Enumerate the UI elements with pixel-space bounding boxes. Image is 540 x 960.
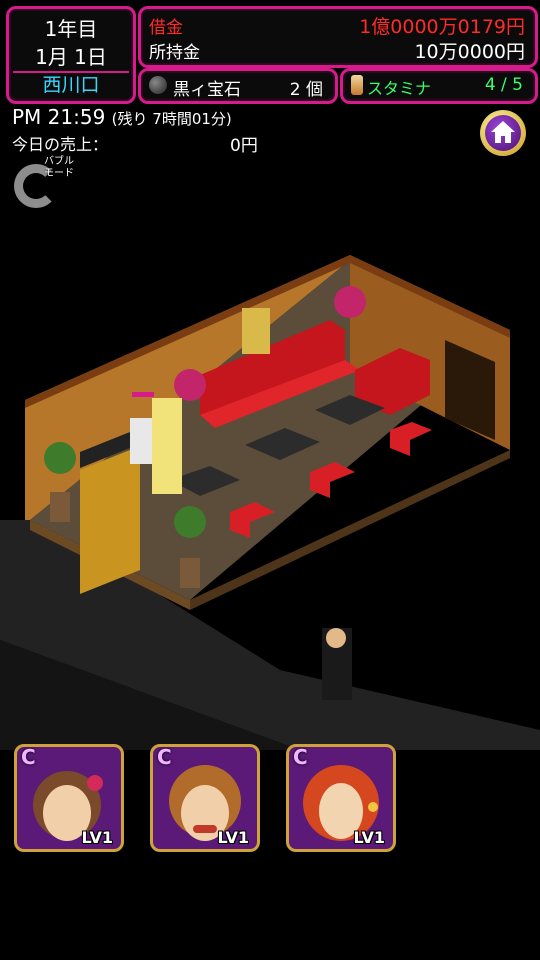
home-icon	[491, 121, 515, 143]
debt-label: 借金	[149, 18, 183, 38]
date-label: 1月 1日	[35, 45, 107, 69]
hostess-card-3[interactable]: C LV1	[286, 744, 396, 852]
hostess-level-1: LV1	[81, 828, 113, 847]
clock-time: PM 21:59	[12, 105, 106, 129]
hostess-rank-3: C	[293, 745, 308, 769]
debt-value: 1億0000万0179円	[359, 16, 525, 38]
bubble-mode-button[interactable]: バブル モード	[14, 156, 74, 216]
sales-label: 今日の売上：	[12, 135, 109, 154]
year-label: 1年目	[44, 17, 98, 41]
clock: PM 21:59 (残り 7時間01分)	[12, 105, 232, 129]
gem-count: 2 個	[289, 80, 323, 100]
manager-head	[326, 628, 346, 648]
customer-character[interactable]	[130, 418, 154, 464]
stamina-panel: スタミナ 4 / 5	[340, 68, 538, 104]
cash-value: 10万0000円	[414, 41, 525, 63]
stamina-label: スタミナ	[367, 79, 432, 98]
plant-left	[44, 442, 76, 474]
plant-left-pot	[50, 492, 70, 522]
sales-value: 0円	[230, 136, 258, 156]
customer-mood-bar	[132, 392, 154, 397]
time-remaining: (残り 7時間01分)	[111, 110, 232, 128]
club-scene	[0, 255, 540, 750]
gem-panel: 黒ィ宝石 2 個	[138, 68, 338, 104]
hostess-rank-2: C	[157, 745, 172, 769]
date-panel: 1年目 1月 1日 西川口	[6, 6, 136, 104]
location-label: 西川口	[13, 71, 129, 97]
gem-label: 黒ィ宝石	[173, 80, 241, 100]
hostess-level-2: LV1	[217, 828, 249, 847]
flowers-back	[334, 286, 366, 318]
wall-painting	[242, 308, 270, 354]
stool-2	[390, 422, 432, 456]
entrance-door	[80, 446, 140, 594]
hostess-card-2[interactable]: C LV1	[150, 744, 260, 852]
black-gem-icon	[149, 76, 167, 94]
stamina-drink-icon	[351, 75, 363, 95]
plant-front-pot	[180, 558, 200, 588]
cash-label: 所持金	[149, 43, 200, 63]
bubble-mode-label: バブル モード	[44, 156, 74, 179]
stamina-value: 4 / 5	[484, 75, 523, 95]
hostess-rank-1: C	[21, 745, 36, 769]
plant-front	[174, 506, 206, 538]
home-icon-bg	[485, 115, 521, 151]
hostess-level-3: LV1	[353, 828, 385, 847]
home-button[interactable]	[480, 110, 526, 156]
hostess-card-1[interactable]: C LV1	[14, 744, 124, 852]
money-panel: 借金 1億0000万0179円 所持金 10万0000円	[138, 6, 538, 68]
flowers-left	[174, 369, 206, 401]
hostess-character[interactable]	[152, 398, 182, 494]
